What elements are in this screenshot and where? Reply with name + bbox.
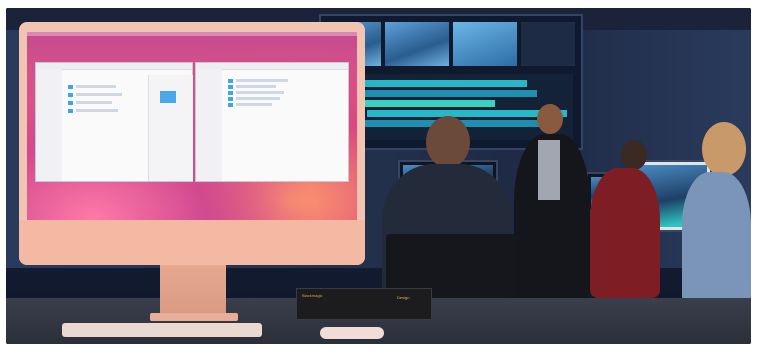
folder-icon [160,91,176,103]
finder-window-icon [35,62,193,182]
keyboard [62,323,262,337]
imac-stand [160,265,226,315]
video-thumbnail [453,22,517,66]
blackmagic-device: Blackmagic Design [296,288,432,320]
timeline-track [347,90,537,97]
imac-chin [19,220,365,265]
device-label: Blackmagic [302,293,323,298]
finder-window-icon [195,62,349,182]
imac-foot [150,313,238,321]
menu-bar [27,32,357,36]
mouse [320,327,384,339]
student-blonde [682,172,751,304]
imac-screen [27,32,357,220]
video-panel [521,22,575,66]
instructor-shirt [538,140,560,200]
device-logo: Design [397,295,410,300]
instructor-head [537,104,563,134]
student-head [702,122,746,176]
imac-computer [19,22,365,265]
student-head [426,116,470,168]
student-head [621,140,647,170]
video-thumbnail [385,22,449,66]
student-red-shirt [590,168,660,298]
